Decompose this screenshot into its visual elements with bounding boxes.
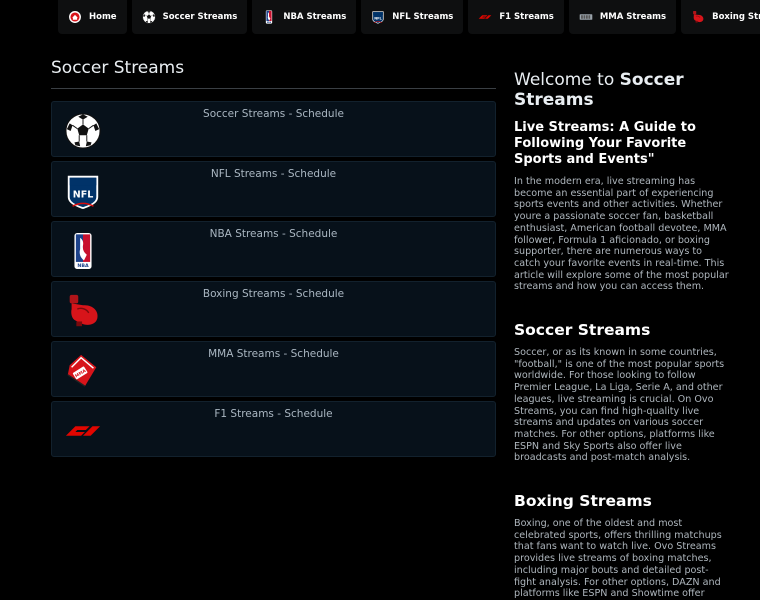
- nav-item-nba-streams[interactable]: NBA Streams: [252, 0, 357, 34]
- intro-paragraph: In the modern era, live streaming has be…: [514, 176, 729, 293]
- card-label[interactable]: NBA Streams - Schedule: [52, 228, 495, 240]
- nav-item-f1-streams[interactable]: F1 Streams: [468, 0, 564, 34]
- nav-item-soccer-streams[interactable]: Soccer Streams: [131, 0, 248, 34]
- nav-item-boxing-streams[interactable]: Boxing Streams: [681, 0, 760, 34]
- card-f1-streams[interactable]: F1 Streams - Schedule: [51, 401, 496, 457]
- card-label[interactable]: MMA Streams - Schedule: [52, 348, 495, 360]
- nfl-logo-icon: [371, 10, 385, 24]
- boxing-paragraph: Boxing, one of the oldest and most celeb…: [514, 518, 722, 600]
- nav-item-label: Soccer Streams: [162, 12, 238, 22]
- soccer-paragraph: Soccer, or as its known in some countrie…: [514, 347, 725, 464]
- mma-glove-icon: [579, 10, 593, 24]
- nav-item-label: NBA Streams: [283, 12, 347, 22]
- article-aside: Welcome to Soccer Streams Live Streams: …: [514, 70, 729, 600]
- nav-item-label: Boxing Streams: [712, 12, 760, 22]
- nav-item-label: F1 Streams: [499, 12, 554, 22]
- card-boxing-streams[interactable]: Boxing Streams - Schedule: [51, 281, 496, 337]
- card-label[interactable]: Boxing Streams - Schedule: [52, 288, 495, 300]
- stream-list-section: Soccer Streams Soccer Streams - Schedule…: [51, 58, 496, 461]
- boxing-glove-icon: [691, 10, 705, 24]
- nav-item-label: Home: [89, 12, 117, 22]
- card-label[interactable]: Soccer Streams - Schedule: [52, 108, 495, 120]
- home-icon: [68, 10, 82, 24]
- welcome-prefix: Welcome to: [514, 70, 620, 90]
- card-label[interactable]: F1 Streams - Schedule: [52, 408, 495, 420]
- boxing-heading: Boxing Streams: [514, 492, 652, 511]
- f1-logo-icon: [478, 10, 492, 24]
- card-nfl-streams[interactable]: NFL Streams - Schedule: [51, 161, 496, 217]
- nav-item-label: MMA Streams: [599, 12, 667, 22]
- top-nav: Home Soccer Streams NBA Streams NFL Stre…: [58, 0, 760, 34]
- guide-title: Live Streams: A Guide to Following Your …: [514, 120, 696, 167]
- nav-item-nfl-streams[interactable]: NFL Streams: [361, 0, 464, 34]
- nav-item-home[interactable]: Home: [58, 0, 127, 34]
- card-nba-streams[interactable]: NBA Streams - Schedule: [51, 221, 496, 277]
- nav-item-label: NFL Streams: [392, 12, 454, 22]
- nba-logo-icon: [262, 10, 276, 24]
- card-label[interactable]: NFL Streams - Schedule: [52, 168, 495, 180]
- title-divider: [51, 88, 496, 89]
- soccer-heading: Soccer Streams: [514, 321, 651, 340]
- card-mma-streams[interactable]: MMA Streams - Schedule: [51, 341, 496, 397]
- page-title: Soccer Streams: [51, 58, 185, 78]
- soccer-ball-icon: [142, 10, 156, 24]
- welcome-heading: Welcome to Soccer Streams: [514, 70, 729, 110]
- card-soccer-streams[interactable]: Soccer Streams - Schedule: [51, 101, 496, 157]
- nav-item-mma-streams[interactable]: MMA Streams: [568, 0, 677, 34]
